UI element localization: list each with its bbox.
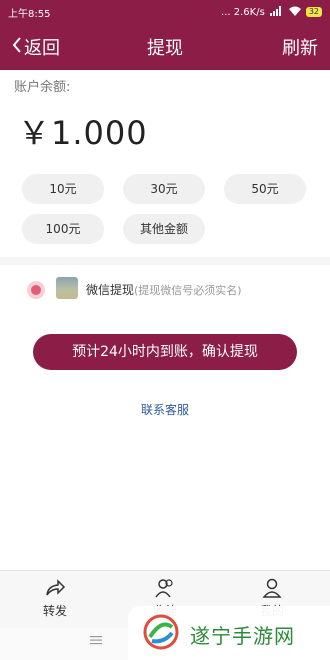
amount-option-other[interactable]: 其他金额 <box>123 214 205 244</box>
back-button[interactable]: 返回 <box>12 34 60 60</box>
refresh-button[interactable]: 刷新 <box>282 34 318 60</box>
share-icon <box>15 577 95 599</box>
user-icon <box>232 577 312 599</box>
wechat-withdraw-option[interactable]: 微信提现(提现微信号必须实名) <box>0 272 330 308</box>
nav-bar: 返回 提现 刷新 <box>0 24 330 70</box>
section-divider <box>0 257 330 265</box>
watermark-logo-icon <box>142 613 180 651</box>
tab-forward-label: 转发 <box>42 604 67 618</box>
users-icon <box>125 577 205 599</box>
network-speed: ... 2.6K/s <box>221 6 265 18</box>
wifi-icon <box>288 6 301 19</box>
signal-icon <box>269 5 284 19</box>
battery-indicator: 32 <box>305 7 322 17</box>
wechat-label: 微信提现 <box>86 283 135 297</box>
tab-forward[interactable]: 转发 <box>15 577 95 619</box>
amount-option-30[interactable]: 30元 <box>123 174 205 204</box>
amount-option-100[interactable]: 100元 <box>22 214 104 244</box>
wechat-avatar-icon <box>56 277 78 299</box>
wechat-note: (提现微信号必须实名) <box>134 284 242 297</box>
status-right: ... 2.6K/s 32 <box>221 5 322 19</box>
amount-option-50[interactable]: 50元 <box>224 174 306 204</box>
watermark-overlay: 遂宁手游网 <box>128 606 330 660</box>
balance-amount: ￥1.000 <box>18 114 148 152</box>
radio-selected-icon[interactable] <box>27 281 45 299</box>
wechat-withdraw-label: 微信提现(提现微信号必须实名) <box>86 281 242 298</box>
menu-icon[interactable] <box>90 634 102 648</box>
contact-service-link[interactable]: 联系客服 <box>0 401 330 418</box>
balance-label: 账户余额: <box>14 80 71 95</box>
status-bar: 上午8:55 ... 2.6K/s 32 <box>0 0 330 24</box>
status-time: 上午8:55 <box>8 8 51 20</box>
amount-option-10[interactable]: 10元 <box>22 174 104 204</box>
chevron-left-icon <box>12 36 22 58</box>
back-label: 返回 <box>24 38 60 59</box>
confirm-withdraw-button[interactable]: 预计24小时内到账，确认提现 <box>33 334 297 370</box>
watermark-text: 遂宁手游网 <box>190 624 295 648</box>
